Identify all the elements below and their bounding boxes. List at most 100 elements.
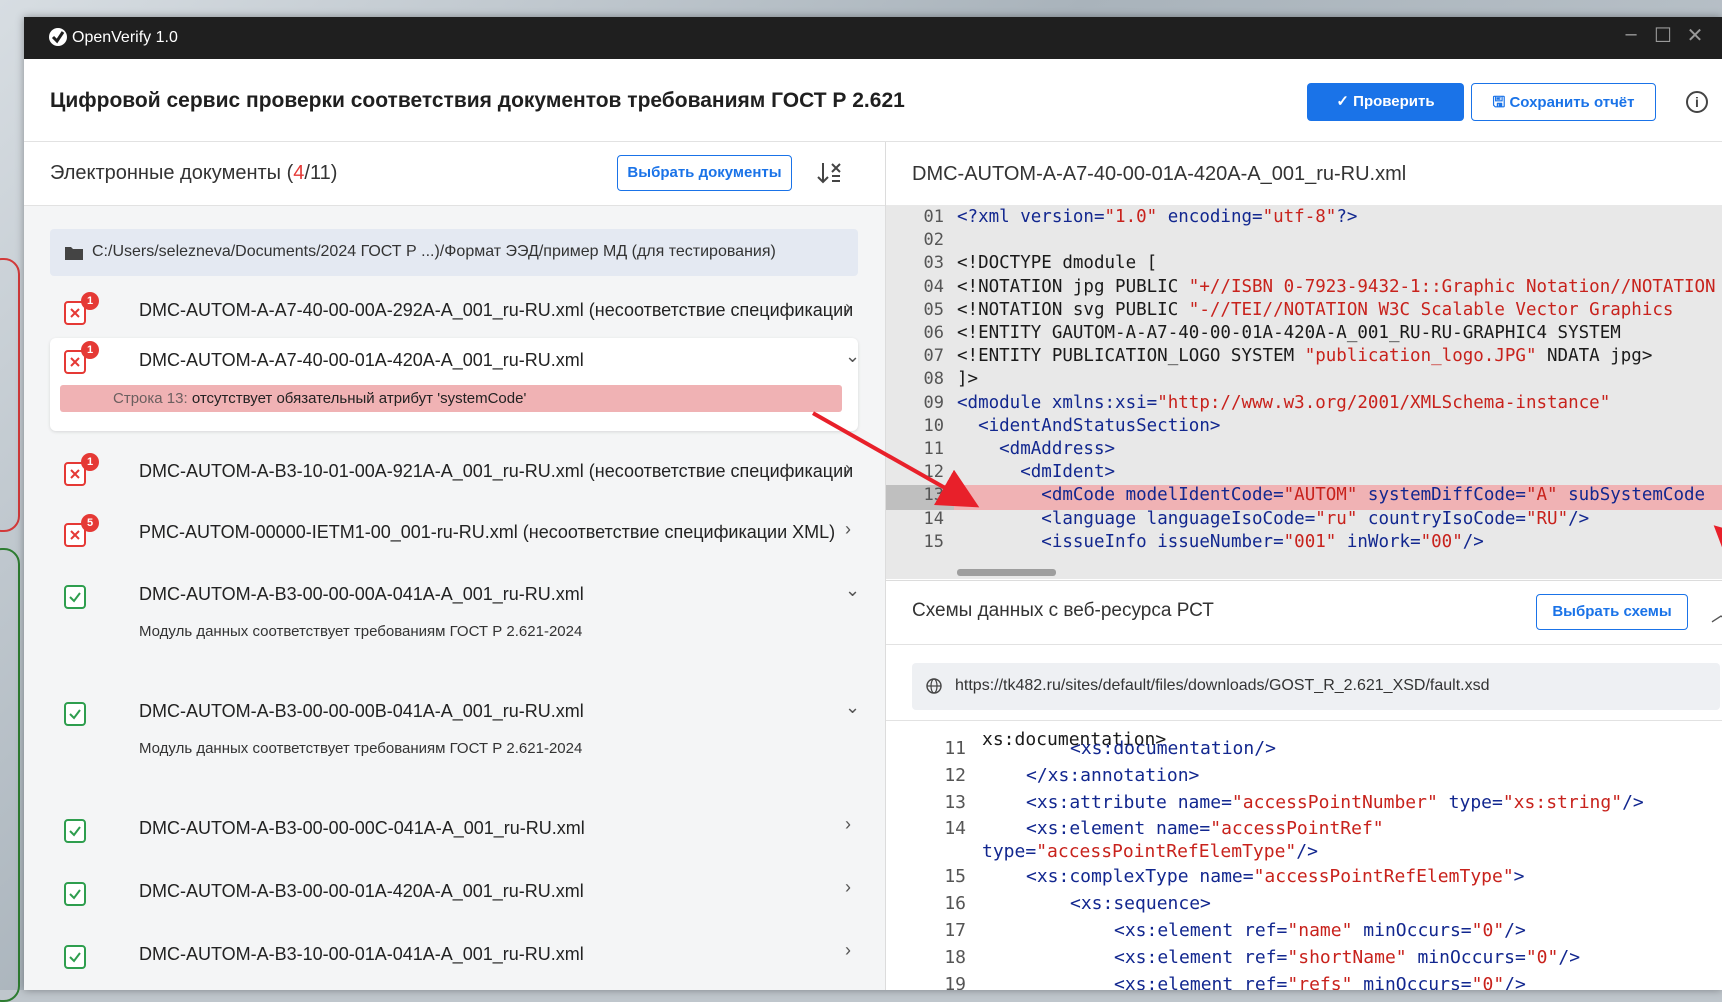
code-line: 11 <dmAddress> [886,439,1722,464]
document-item[interactable]: 1 DMC-AUTOM-A-B3-10-01-00A-921A-A_001_ru… [50,443,858,503]
code-text: <identAndStatusSection> [957,415,1221,436]
document-item[interactable]: DMC-AUTOM-A-B3-10-00-01A-041A-A_001_ru-R… [50,928,858,988]
line-number: 09 [923,392,944,413]
folder-path-bar[interactable]: C:/Users/selezneva/Documents/2024 ГОСТ Р… [50,229,858,276]
document-name: PMC-AUTOM-00000-IETM1-00_001-ru-RU.xml (… [139,522,836,542]
title-bar: OpenVerify 1.0 – ☐ ✕ [24,17,1722,59]
code-text: <dmIdent> [957,462,1116,483]
code-text: <issueInfo issueNumber="001" inWork="00"… [957,531,1484,552]
line-number: 01 [923,207,944,227]
code-text: <!ENTITY GAUTOM-A-A7-40-00-01A-420A-A_00… [957,323,1621,343]
code-text: <!ENTITY PUBLICATION_LOGO SYSTEM "public… [957,346,1653,367]
chevron-down-icon[interactable]: ⌄ [845,580,860,601]
code-line: 06 <!ENTITY GAUTOM-A-A7-40-00-01A-420A-A_… [886,323,1722,348]
maximize-button[interactable]: ☐ [1648,23,1678,48]
code-text: <dmCode modelIdentCode="AUTOM" systemDif… [954,485,1722,511]
code-line: 18 <xs:element ref="shortName" minOccurs=… [886,947,1722,971]
line-number: 15 [944,866,966,887]
line-number: 14 [923,508,944,529]
check-button[interactable]: ✓ Проверить [1307,83,1464,121]
document-item[interactable]: 1 DMC-AUTOM-A-A7-40-00-00A-292A-A_001_ru… [50,282,858,342]
code-line: 12 <dmIdent> [886,462,1722,487]
chevron-down-icon[interactable]: ⌄ [845,346,860,367]
schemas-title: Схемы данных с веб-ресурса РСТ [912,600,1214,621]
chevron-right-icon[interactable]: › [845,814,851,835]
error-text: отсутствует обязательный атрибут 'system… [191,390,527,407]
save-report-button[interactable]: 🖫 Сохранить отчёт [1471,83,1656,121]
code-text: <xs:element ref="refs" minOccurs="0"/> [1114,974,1526,990]
chevron-right-icon[interactable]: › [845,877,851,898]
ok-file-icon [64,702,86,726]
code-line: 01 <?xml version="1.0" encoding="utf-8"?> [886,207,1722,232]
schema-url-bar[interactable]: https://tk482.ru/sites/default/files/dow… [912,663,1720,710]
document-item[interactable]: 5 PMC-AUTOM-00000-IETM1-00_001-ru-RU.xml… [50,504,858,564]
code-line-partial: xs:documentation> [886,721,1722,750]
minimize-button[interactable]: – [1616,23,1646,46]
code-line: 13 <dmCode modelIdentCode="AUTOM" system… [886,485,1722,511]
document-name: DMC-AUTOM-A-A7-40-00-00A-292A-A_001_ru-R… [139,300,854,320]
error-count-badge: 1 [81,341,99,359]
info-icon[interactable]: i [1686,91,1708,113]
line-number: 03 [923,253,944,274]
page-title: Цифровой сервис проверки соответствия до… [50,89,905,112]
xsd-code-viewer[interactable]: xs:documentation> 11 <xs:documentation/> 1… [886,720,1722,990]
code-text: <!NOTATION jpg PUBLIC "+//ISBN 0-7923-94… [957,276,1716,297]
viewer-header: DMC-AUTOM-A-A7-40-00-01A-420A-A_001_ru-R… [886,142,1722,206]
chevron-right-icon[interactable]: › [845,458,851,479]
code-text: <xs:complexType name="accessPointRefElem… [1026,866,1525,887]
document-status-text: Модуль данных соответствует требованиям … [139,740,583,757]
annotation-bracket-errors [0,258,20,532]
code-text: <xs:element ref="name" minOccurs="0"/> [1114,920,1526,941]
schema-url: https://tk482.ru/sites/default/files/dow… [955,677,1490,694]
code-line: 04 <!NOTATION jpg PUBLIC "+//ISBN 0-7923-… [886,277,1722,302]
documents-panel: Электронные документы (4/11) Выбрать док… [24,142,886,990]
line-number: 13 [886,485,954,511]
document-item[interactable]: DMC-AUTOM-A-B3-00-00-01A-420A-A_001_ru-R… [50,865,858,925]
sort-icon[interactable] [814,158,844,188]
ok-file-icon [64,945,86,969]
ok-file-icon [64,585,86,609]
code-text: <!DOCTYPE dmodule [ [957,253,1158,274]
code-text: <dmodule xmlns:xsi="http://www.w3.org/20… [957,392,1611,413]
error-count-badge: 1 [81,453,99,471]
code-line: 15 <xs:complexType name="accessPointRefEl… [886,866,1722,890]
document-item[interactable]: DMC-AUTOM-A-B3-00-00-00B-041A-A_001_ru-R… [50,685,860,785]
chevron-right-icon[interactable]: › [845,940,851,961]
document-item[interactable]: DMC-AUTOM-A-B3-00-00-00C-041A-A_001_ru-R… [50,802,858,862]
chevron-up-icon[interactable]: ︿ [1711,598,1722,627]
code-text: <xs:sequence> [1070,893,1211,914]
code-line: 07 <!ENTITY PUBLICATION_LOGO SYSTEM "publ… [886,346,1722,371]
xml-code-viewer[interactable]: 01 <?xml version="1.0" encoding="utf-8"?>… [886,205,1722,579]
chevron-down-icon[interactable]: ⌄ [845,697,860,718]
line-number: 04 [923,276,944,297]
line-number: 12 [923,462,944,483]
code-line: 14 <language languageIsoCode="ru" countr… [886,509,1722,534]
document-item[interactable]: DMC-AUTOM-A-B3-00-00-00A-041A-A_001_ru-R… [50,567,860,667]
code-text: <xs:documentation/> [1070,738,1276,759]
code-line: 08]> [886,369,1722,394]
code-line: 05 <!NOTATION svg PUBLIC "-//TEI//NOTATIO… [886,300,1722,325]
code-text: <xs:element name="accessPointRef" [1026,818,1384,839]
globe-icon [926,678,942,694]
code-line: 09 <dmodule xmlns:xsi="http://www.w3.org/… [886,393,1722,418]
code-line: 12 </xs:annotation> [886,765,1722,789]
error-count: 4 [293,162,305,184]
chevron-right-icon[interactable]: › [845,297,851,318]
folder-icon [65,247,83,260]
chevron-right-icon[interactable]: › [845,519,851,540]
total-count: /11) [304,162,338,184]
select-schemas-button[interactable]: Выбрать схемы [1536,594,1688,630]
error-message[interactable]: Строка 13: отсутствует обязательный атри… [60,385,842,412]
line-number: 16 [944,893,966,914]
horizontal-scrollbar[interactable] [957,569,1056,576]
select-documents-button[interactable]: Выбрать документы [617,155,792,191]
app-logo-icon [49,28,67,46]
line-number: 11 [944,738,966,759]
close-button[interactable]: ✕ [1680,23,1710,48]
line-number: 07 [923,346,944,367]
viewer-panel: DMC-AUTOM-A-A7-40-00-01A-420A-A_001_ru-R… [886,142,1722,990]
line-number: 14 [944,818,966,839]
documents-panel-title: Электронные документы (4/11) [50,162,337,185]
code-line: 14 <xs:element name="accessPointRef" [886,818,1722,842]
document-item-expanded[interactable]: 1 DMC-AUTOM-A-A7-40-00-01A-420A-A_001_ru… [50,338,860,431]
